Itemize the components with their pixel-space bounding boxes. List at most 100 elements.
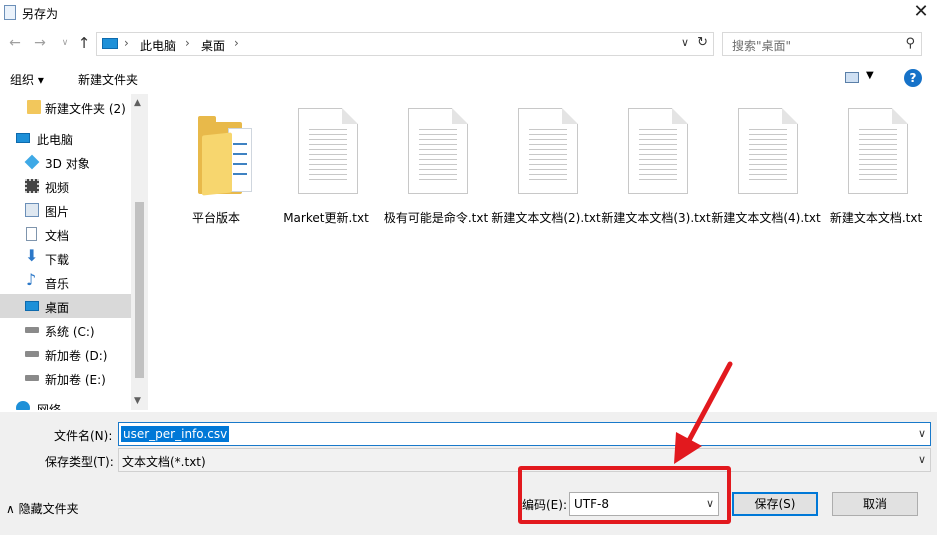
chevron-down-icon[interactable]: ∨ xyxy=(918,427,926,440)
close-button[interactable]: ✕ xyxy=(911,2,931,22)
sidebar-item-label: 音乐 xyxy=(45,277,70,291)
refresh-icon[interactable]: ↻ xyxy=(697,35,708,50)
text-file-icon xyxy=(738,108,798,194)
sidebar-item-label: 桌面 xyxy=(45,301,70,315)
sidebar-item-label: 文档 xyxy=(45,229,70,243)
network-icon xyxy=(16,401,30,410)
view-options-icon[interactable] xyxy=(845,72,859,83)
chevron-up-icon: ∧ xyxy=(6,502,19,516)
sidebar-item-pictures[interactable]: 图片 xyxy=(0,198,131,222)
file-item[interactable]: 极有可能是命令.txt xyxy=(384,104,488,244)
sidebar-item-music[interactable]: ♪ 音乐 xyxy=(0,270,131,294)
filetype-label: 保存类型(T): xyxy=(45,455,114,469)
sidebar-item-documents[interactable]: 文档 xyxy=(0,222,131,246)
pc-icon xyxy=(16,133,30,143)
sidebar-item-downloads[interactable]: ⬇ 下载 xyxy=(0,246,131,270)
file-item[interactable]: Market更新.txt xyxy=(274,104,378,244)
file-name: 新建文本文档(2).txt xyxy=(491,211,601,225)
file-item[interactable]: 新建文本文档.txt xyxy=(824,104,928,244)
sidebar-item-drive-e[interactable]: 新加卷 (E:) xyxy=(0,366,131,390)
sidebar-item-label: 新建文件夹 (2) xyxy=(45,102,126,116)
text-file-icon xyxy=(408,108,468,194)
annotation-arrow-icon xyxy=(674,361,733,464)
file-name: 新建文本文档.txt xyxy=(829,211,923,225)
music-icon: ♪ xyxy=(26,270,37,289)
title-bar: 另存为 ✕ xyxy=(0,0,937,26)
up-arrow-icon[interactable]: ↑ xyxy=(75,34,93,52)
sidebar-scrollbar[interactable]: ▲ ▼ xyxy=(131,94,148,410)
folder-icon xyxy=(198,112,260,196)
file-item[interactable]: 新建文本文档(2).txt xyxy=(491,104,601,244)
file-name: 平台版本 xyxy=(191,211,240,225)
sidebar-item-label: 新加卷 (E:) xyxy=(45,373,106,387)
cancel-button[interactable]: 取消 xyxy=(832,492,918,516)
address-bar[interactable]: › 此电脑 › 桌面 › ∨ ↻ xyxy=(96,32,714,56)
sidebar-item-drive-c[interactable]: 系统 (C:) xyxy=(0,318,131,342)
window-title: 另存为 xyxy=(22,7,59,21)
view-dropdown-icon[interactable]: ▼ xyxy=(866,70,874,81)
command-bar: 组织 ▾ 新建文件夹 ▼ ? xyxy=(0,64,937,92)
new-folder-button[interactable]: 新建文件夹 xyxy=(78,71,138,88)
hide-folders-label: 隐藏文件夹 xyxy=(18,502,79,516)
breadcrumb-separator: › xyxy=(185,36,190,50)
address-dropdown-icon[interactable]: ∨ xyxy=(681,36,689,49)
file-name: 新建文本文档(3).txt xyxy=(601,211,711,225)
breadcrumb-desktop[interactable]: 桌面 xyxy=(201,37,225,54)
documents-icon xyxy=(26,227,37,241)
sidebar-item-label: 新加卷 (D:) xyxy=(45,349,108,363)
sidebar-item-drive-d[interactable]: 新加卷 (D:) xyxy=(0,342,131,366)
scroll-up-icon[interactable]: ▲ xyxy=(134,98,141,108)
organize-button[interactable]: 组织 ▾ xyxy=(10,71,44,88)
document-icon xyxy=(4,5,16,20)
desktop-icon xyxy=(25,301,39,311)
sidebar-item-3d-objects[interactable]: 3D 对象 xyxy=(0,150,131,174)
file-item[interactable]: 新建文本文档(4).txt xyxy=(711,104,821,244)
breadcrumb-separator: › xyxy=(124,36,129,50)
save-button[interactable]: 保存(S) xyxy=(732,492,818,516)
pc-icon xyxy=(102,38,118,49)
filename-value: user_per_info.csv xyxy=(121,426,230,442)
help-icon[interactable]: ? xyxy=(904,69,922,87)
search-input[interactable]: 搜索"桌面" ⚲ xyxy=(722,32,922,56)
sidebar-item-label: 此电脑 xyxy=(37,133,74,147)
save-form: 文件名(N): user_per_info.csv ∨ 保存类型(T): 文本文… xyxy=(0,412,937,535)
recent-locations-chevron-icon[interactable]: ∨ xyxy=(56,34,74,52)
filetype-value: 文本文档(*.txt) xyxy=(122,455,206,469)
scroll-down-icon[interactable]: ▼ xyxy=(134,396,141,406)
3d-objects-icon xyxy=(24,154,40,170)
forward-arrow-icon[interactable]: → xyxy=(31,34,49,52)
download-icon: ⬇ xyxy=(25,246,39,265)
sidebar-item-label: 3D 对象 xyxy=(45,157,90,171)
drive-icon xyxy=(25,327,39,333)
text-file-icon xyxy=(628,108,688,194)
file-item-folder[interactable]: 平台版本 xyxy=(164,104,268,244)
sidebar-item-desktop[interactable]: 桌面 xyxy=(0,294,131,318)
file-name: Market更新.txt xyxy=(283,211,369,225)
scrollbar-thumb[interactable] xyxy=(135,202,144,378)
back-arrow-icon[interactable]: ← xyxy=(6,34,24,52)
video-icon xyxy=(25,179,39,193)
text-file-icon xyxy=(298,108,358,194)
sidebar-item-videos[interactable]: 视频 xyxy=(0,174,131,198)
folder-icon xyxy=(27,100,41,114)
sidebar-item-network[interactable]: 网络 xyxy=(0,396,131,410)
sidebar-item-label: 下载 xyxy=(45,253,70,267)
drive-icon xyxy=(25,375,39,381)
annotation-highlight-box xyxy=(518,466,731,524)
pictures-icon xyxy=(25,203,39,217)
search-placeholder: 搜索"桌面" xyxy=(732,39,792,53)
text-file-icon xyxy=(518,108,578,194)
filename-input[interactable]: user_per_info.csv ∨ xyxy=(118,422,931,446)
breadcrumb-this-pc[interactable]: 此电脑 xyxy=(140,37,176,54)
text-file-icon xyxy=(848,108,908,194)
sidebar-item-new-folder-2[interactable]: 新建文件夹 (2) xyxy=(0,95,131,119)
file-item[interactable]: 新建文本文档(3).txt xyxy=(601,104,711,244)
sidebar-item-this-pc[interactable]: 此电脑 xyxy=(0,126,131,150)
breadcrumb-separator: › xyxy=(234,36,239,50)
navigation-pane: 新建文件夹 (2) 此电脑 3D 对象 视频 图片 文档 ⬇ 下载 ♪ 音乐 桌… xyxy=(0,94,148,410)
chevron-down-icon[interactable]: ∨ xyxy=(918,453,926,466)
filename-label: 文件名(N): xyxy=(54,429,113,443)
hide-folders-button[interactable]: ∧ 隐藏文件夹 xyxy=(6,500,79,517)
navigation-bar: ← → ∨ ↑ › 此电脑 › 桌面 › ∨ ↻ 搜索"桌面" ⚲ xyxy=(0,30,937,58)
file-name: 极有可能是命令.txt xyxy=(383,211,489,225)
